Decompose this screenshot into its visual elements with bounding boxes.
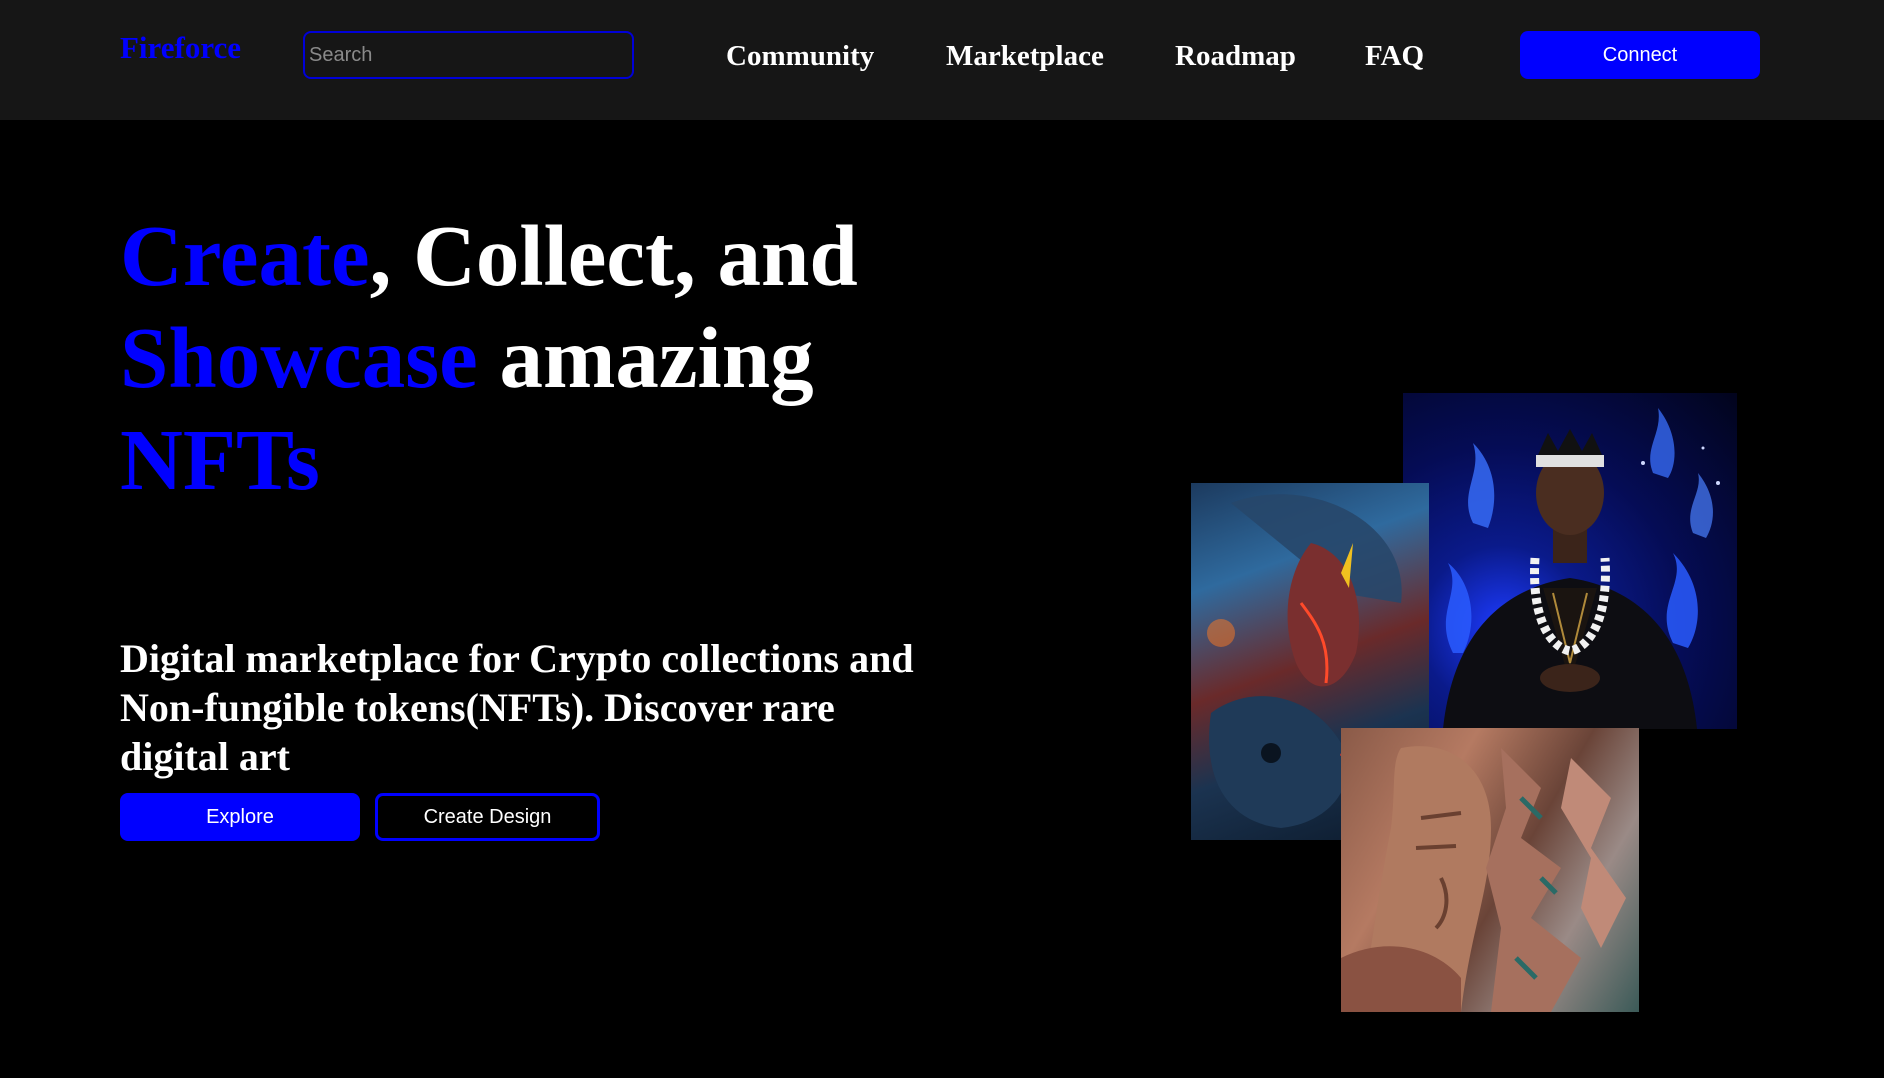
nav-link-community[interactable]: Community (726, 40, 874, 73)
headline-text-1: , Collect, and (369, 207, 858, 304)
headline-word-create: Create (120, 207, 370, 304)
nft-image-portrait (1403, 393, 1737, 729)
explore-button[interactable]: Explore (120, 793, 360, 841)
portrait-artwork (1443, 408, 1720, 729)
stone-face-artwork (1341, 746, 1626, 1012)
nav-link-faq[interactable]: FAQ (1365, 40, 1424, 73)
connect-button[interactable]: Connect (1520, 31, 1760, 79)
search-input[interactable] (303, 31, 634, 79)
logo[interactable]: Fireforce (120, 30, 241, 66)
headline-word-showcase: Showcase (120, 309, 478, 406)
create-design-button[interactable]: Create Design (375, 793, 600, 841)
nav-link-marketplace[interactable]: Marketplace (946, 40, 1104, 73)
hero-headline: Create, Collect, and Showcase amazing NF… (120, 205, 1020, 511)
headline-text-2: amazing (477, 309, 814, 406)
headline-word-nfts: NFTs (120, 411, 320, 508)
nft-image-stone-face (1341, 728, 1639, 1012)
hero-subtext: Digital marketplace for Crypto collectio… (120, 636, 914, 779)
nav-link-roadmap[interactable]: Roadmap (1175, 40, 1296, 73)
navbar: Fireforce Community Marketplace Roadmap … (0, 0, 1884, 120)
